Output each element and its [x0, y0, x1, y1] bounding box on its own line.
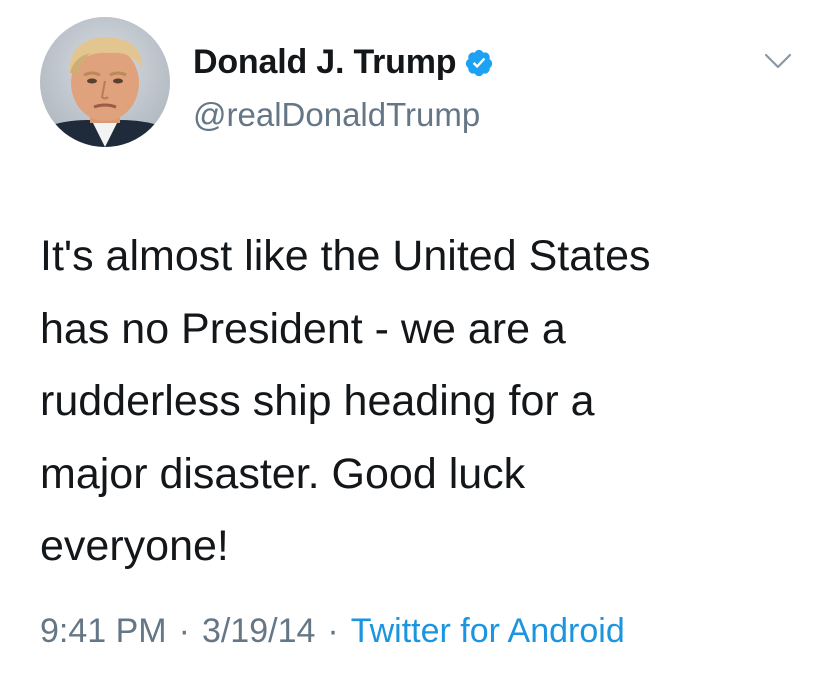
tweet-date[interactable]: 3/19/14	[202, 612, 315, 651]
tweet-meta: 9:41 PM · 3/19/14 · Twitter for Android	[40, 612, 625, 651]
meta-separator: ·	[178, 612, 190, 650]
tweet-text: It's almost like the United States has n…	[40, 232, 651, 570]
tweet-card: Donald J. Trump @realDonaldTrump It's al…	[0, 0, 828, 678]
avatar-image	[40, 17, 170, 147]
meta-separator: ·	[327, 612, 339, 650]
avatar[interactable]	[40, 17, 170, 147]
author-handle[interactable]: @realDonaldTrump	[193, 96, 480, 134]
author-display-name[interactable]: Donald J. Trump	[193, 43, 457, 82]
verified-badge-icon	[464, 48, 494, 78]
author-name-row: Donald J. Trump	[193, 43, 494, 82]
chevron-down-icon[interactable]	[762, 50, 794, 72]
tweet-source-link[interactable]: Twitter for Android	[351, 612, 625, 651]
tweet-time[interactable]: 9:41 PM	[40, 612, 167, 651]
